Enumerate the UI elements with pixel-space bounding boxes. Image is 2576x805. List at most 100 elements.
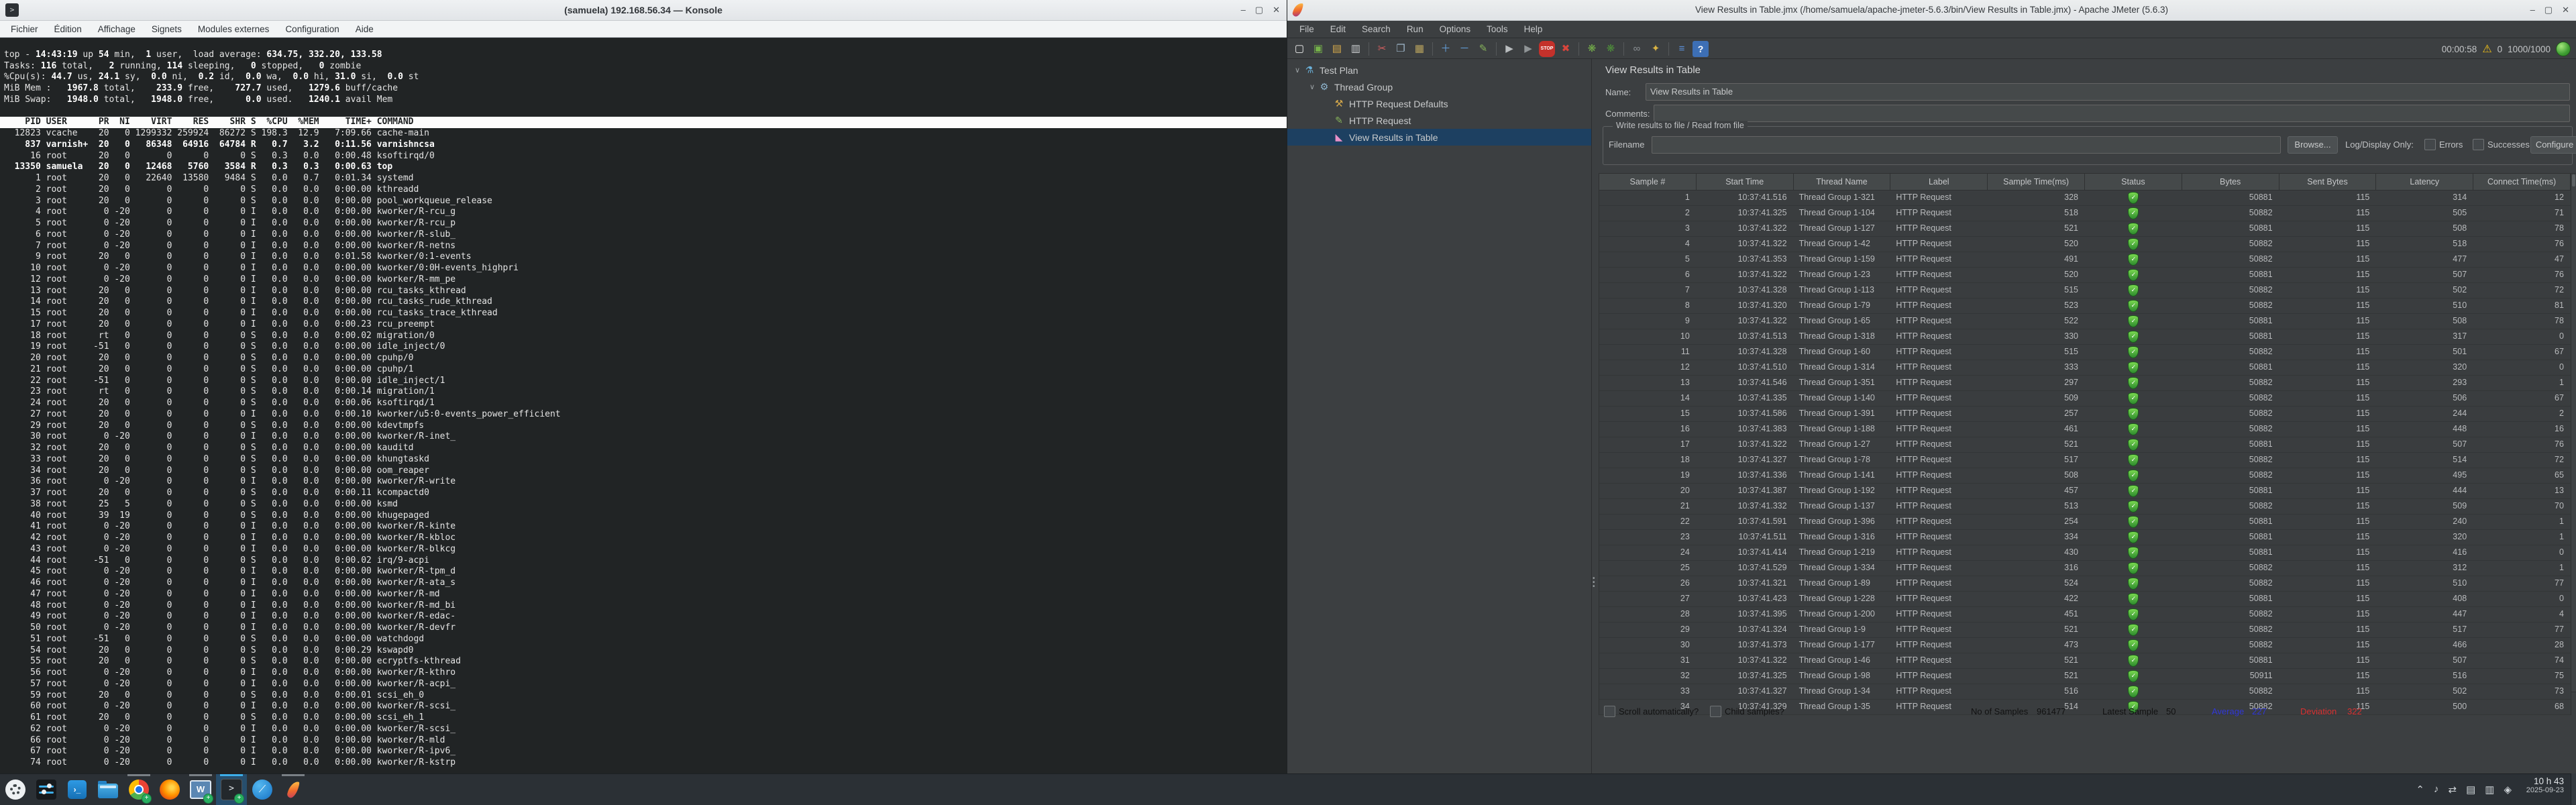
- minimize-icon[interactable]: –: [1241, 5, 1246, 15]
- table-row[interactable]: 3010:37:41.373Thread Group 1-177HTTP Req…: [1599, 638, 2571, 653]
- close-icon[interactable]: ✕: [2562, 5, 2569, 15]
- errors-checkbox[interactable]: [2424, 139, 2436, 150]
- table-row[interactable]: 810:37:41.320Thread Group 1-79HTTP Reque…: [1599, 299, 2571, 314]
- jmeter-titlebar[interactable]: View Results in Table.jmx (/home/samuela…: [1287, 0, 2576, 21]
- konsole-menu--dition[interactable]: Édition: [46, 24, 90, 34]
- network-icon[interactable]: ⇄: [2449, 784, 2457, 796]
- remote-start-all-icon[interactable]: ❋: [1603, 41, 1619, 57]
- close-icon[interactable]: ✕: [1273, 5, 1280, 15]
- filename-input[interactable]: [1652, 136, 2281, 154]
- table-row[interactable]: 1510:37:41.586Thread Group 1-391HTTP Req…: [1599, 407, 2571, 422]
- table-row[interactable]: 2310:37:41.511Thread Group 1-316HTTP Req…: [1599, 530, 2571, 545]
- stop-icon[interactable]: STOP: [1539, 41, 1555, 57]
- jmeter-menu-edit[interactable]: Edit: [1322, 24, 1354, 34]
- konsole-menu-fichier[interactable]: Fichier: [3, 24, 46, 34]
- discover-taskbar-button[interactable]: ›_: [62, 774, 93, 805]
- column-header-sent-bytes[interactable]: Sent Bytes: [2279, 174, 2377, 190]
- clipboard-icon[interactable]: ▤: [2466, 784, 2475, 796]
- table-row[interactable]: 3110:37:41.322Thread Group 1-46HTTP Requ…: [1599, 653, 2571, 669]
- table-row[interactable]: 310:37:41.322Thread Group 1-127HTTP Requ…: [1599, 221, 2571, 237]
- column-header-label[interactable]: Label: [1890, 174, 1988, 190]
- remote-start-icon[interactable]: ❋: [1584, 41, 1600, 57]
- system-settings-taskbar-button[interactable]: [31, 774, 62, 805]
- table-row[interactable]: 1610:37:41.383Thread Group 1-188HTTP Req…: [1599, 422, 2571, 437]
- chevron-down-icon[interactable]: ∨: [1293, 66, 1302, 74]
- table-row[interactable]: 2510:37:41.529Thread Group 1-334HTTP Req…: [1599, 561, 2571, 576]
- new-file-icon[interactable]: ▢: [1291, 41, 1307, 57]
- column-header-sample-time-ms-[interactable]: Sample Time(ms): [1988, 174, 2085, 190]
- table-row[interactable]: 3210:37:41.325Thread Group 1-98HTTP Requ…: [1599, 669, 2571, 684]
- table-row[interactable]: 2410:37:41.414Thread Group 1-219HTTP Req…: [1599, 545, 2571, 561]
- table-row[interactable]: 2910:37:41.324Thread Group 1-9HTTP Reque…: [1599, 623, 2571, 638]
- column-header-sample-[interactable]: Sample #: [1599, 174, 1697, 190]
- results-table-body[interactable]: 110:37:41.516Thread Group 1-321HTTP Requ…: [1599, 191, 2571, 715]
- vm-console-taskbar-button[interactable]: W+: [185, 774, 216, 805]
- table-row[interactable]: 2110:37:41.332Thread Group 1-137HTTP Req…: [1599, 499, 2571, 515]
- konsole-menu-configuration[interactable]: Configuration: [277, 24, 347, 34]
- tray-expand-icon[interactable]: ⌃: [2416, 784, 2424, 796]
- konsole-menu-affichage[interactable]: Affichage: [90, 24, 144, 34]
- minimize-icon[interactable]: –: [2530, 5, 2535, 15]
- konsole-menu-modules-externes[interactable]: Modules externes: [190, 24, 278, 34]
- copy-icon[interactable]: ❐: [1393, 41, 1409, 57]
- configure-button[interactable]: Configure: [2530, 136, 2576, 154]
- jmeter-menu-file[interactable]: File: [1291, 24, 1322, 34]
- column-header-start-time[interactable]: Start Time: [1697, 174, 1794, 190]
- table-row[interactable]: 1210:37:41.510Thread Group 1-314HTTP Req…: [1599, 360, 2571, 376]
- table-row[interactable]: 210:37:41.325Thread Group 1-104HTTP Requ…: [1599, 206, 2571, 221]
- save-icon[interactable]: ▥: [1348, 41, 1364, 57]
- jmeter-menu-run[interactable]: Run: [1399, 24, 1432, 34]
- results-table-header[interactable]: Sample #Start TimeThread NameLabelSample…: [1599, 173, 2571, 191]
- table-row[interactable]: 1010:37:41.513Thread Group 1-318HTTP Req…: [1599, 329, 2571, 345]
- clear-icon[interactable]: ✦: [1648, 41, 1664, 57]
- konsole-menu-aide[interactable]: Aide: [347, 24, 382, 34]
- name-input[interactable]: View Results in Table: [1646, 83, 2570, 101]
- expand-all-icon[interactable]: ＋: [1438, 41, 1454, 57]
- falkon-taskbar-button[interactable]: ⟋: [247, 774, 278, 805]
- table-row[interactable]: 910:37:41.322Thread Group 1-65HTTP Reque…: [1599, 314, 2571, 329]
- column-header-latency[interactable]: Latency: [2376, 174, 2473, 190]
- taskbar-clock[interactable]: 10 h 43 2025-09-23: [2526, 776, 2564, 794]
- table-row[interactable]: 1310:37:41.546Thread Group 1-351HTTP Req…: [1599, 376, 2571, 391]
- terminal-output[interactable]: top - 14:43:19 up 54 min, 1 user, load a…: [0, 38, 1287, 773]
- open-file-icon[interactable]: ▤: [1329, 41, 1345, 57]
- child-samples-checkbox[interactable]: [1710, 706, 1721, 717]
- search-icon[interactable]: ∞: [1629, 41, 1645, 57]
- table-row[interactable]: 510:37:41.353Thread Group 1-159HTTP Requ…: [1599, 252, 2571, 268]
- table-row[interactable]: 610:37:41.322Thread Group 1-23HTTP Reque…: [1599, 268, 2571, 283]
- firefox-taskbar-button[interactable]: [154, 774, 185, 805]
- collapse-all-icon[interactable]: －: [1456, 41, 1472, 57]
- table-row[interactable]: 2810:37:41.395Thread Group 1-200HTTP Req…: [1599, 607, 2571, 623]
- maximize-icon[interactable]: ▢: [2544, 5, 2553, 15]
- show-desktop-button[interactable]: [2571, 773, 2576, 805]
- table-row[interactable]: 2210:37:41.591Thread Group 1-396HTTP Req…: [1599, 515, 2571, 530]
- scroll-automatically-checkbox[interactable]: [1604, 706, 1615, 717]
- comments-input[interactable]: [1654, 105, 2570, 122]
- successes-checkbox[interactable]: [2473, 139, 2484, 150]
- file-manager-taskbar-button[interactable]: [93, 774, 123, 805]
- tree-item-view-results-in-table[interactable]: ◣View Results in Table: [1287, 129, 1591, 146]
- table-row[interactable]: 1710:37:41.322Thread Group 1-27HTTP Requ…: [1599, 437, 2571, 453]
- warning-icon[interactable]: ⚠: [2482, 42, 2491, 56]
- column-header-bytes[interactable]: Bytes: [2182, 174, 2279, 190]
- column-header-status[interactable]: Status: [2085, 174, 2182, 190]
- jmeter-menu-search[interactable]: Search: [1354, 24, 1399, 34]
- volume-icon[interactable]: ♪: [2434, 784, 2439, 795]
- table-row[interactable]: 110:37:41.516Thread Group 1-321HTTP Requ…: [1599, 191, 2571, 206]
- notifications-icon[interactable]: ◈: [2504, 784, 2512, 796]
- jmeter-menu-help[interactable]: Help: [1516, 24, 1551, 34]
- konsole-menu-signets[interactable]: Signets: [144, 24, 190, 34]
- start-no-pauses-icon[interactable]: ▶: [1520, 41, 1536, 57]
- jmeter-menu-tools[interactable]: Tools: [1479, 24, 1516, 34]
- table-row[interactable]: 1810:37:41.327Thread Group 1-78HTTP Requ…: [1599, 453, 2571, 468]
- table-row[interactable]: 710:37:41.328Thread Group 1-113HTTP Requ…: [1599, 283, 2571, 299]
- jmeter-taskbar-button[interactable]: [278, 774, 309, 805]
- jmeter-menu-options[interactable]: Options: [1432, 24, 1479, 34]
- table-row[interactable]: 2610:37:41.321Thread Group 1-89HTTP Requ…: [1599, 576, 2571, 592]
- tree-item-thread-group[interactable]: ∨⚙Thread Group: [1287, 78, 1591, 95]
- table-row[interactable]: 2010:37:41.387Thread Group 1-192HTTP Req…: [1599, 484, 2571, 499]
- browse-button[interactable]: Browse...: [2288, 136, 2338, 154]
- start-icon[interactable]: ▶: [1501, 41, 1517, 57]
- column-header-connect-time-ms-[interactable]: Connect Time(ms): [2473, 174, 2571, 190]
- split-divider-handle[interactable]: •••: [1593, 577, 1597, 589]
